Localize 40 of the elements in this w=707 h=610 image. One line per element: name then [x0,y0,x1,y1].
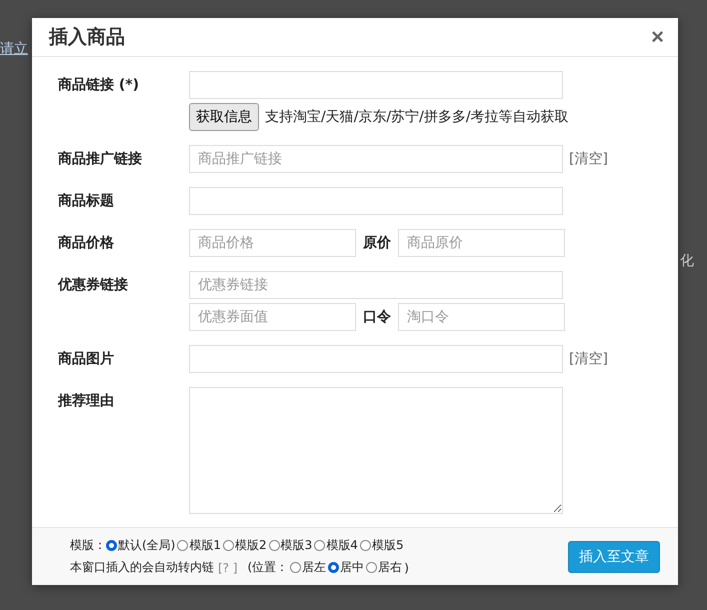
template-radio[interactable]: 模版1 [177,537,222,554]
input-field[interactable]: 优惠券面值 [189,303,356,331]
close-button[interactable]: × [651,24,664,50]
field-label: 商品图片 [58,350,115,369]
template-label: 模版： [70,537,106,554]
note-text: 本窗口插入的会自动转内链 [70,559,214,576]
input-field[interactable]: 商品原价 [398,229,565,257]
clear-link[interactable]: [清空] [569,350,608,368]
input-field[interactable] [189,71,563,99]
field-label: 口令 [362,308,392,326]
input-field[interactable]: 商品价格 [189,229,356,257]
field-label: 商品价格 [58,234,115,253]
position-label: (位置： [248,559,288,576]
input-field[interactable] [189,187,563,215]
position-radio[interactable]: 居右 [366,559,402,576]
template-radio[interactable]: 默认(全局) [106,537,176,554]
template-radio[interactable]: 模版5 [360,537,404,554]
field-label: 原价 [362,234,392,252]
background-text: 化 [680,252,694,270]
dialog-title: 插入商品 [49,25,125,50]
background-text: 请立 [0,40,29,58]
input-field[interactable]: 优惠券链接 [189,271,563,299]
fetch-button[interactable]: 获取信息 [189,103,259,131]
clear-link[interactable]: [清空] [569,150,608,168]
template-radio[interactable]: 模版2 [223,537,267,554]
template-radio[interactable]: 模版4 [314,537,358,554]
hint-text: 支持淘宝/天猫/京东/苏宁/拼多多/考拉等自动获取 [265,108,569,126]
input-field[interactable]: 淘口令 [398,303,565,331]
parenthesis: ) [404,560,409,574]
input-field[interactable]: 商品推广链接 [189,145,563,173]
field-label: 优惠券链接 [58,276,129,295]
position-radio[interactable]: 居中 [328,559,364,576]
template-radio[interactable]: 模版3 [268,537,312,554]
field-label: 商品标题 [58,192,115,211]
position-radio[interactable]: 居左 [290,559,326,576]
field-label: 商品链接 (*) [58,76,140,95]
field-label: 商品推广链接 [58,150,143,169]
input-field[interactable] [189,345,563,373]
field-label: 推荐理由 [58,392,115,411]
text-area[interactable] [189,387,563,514]
